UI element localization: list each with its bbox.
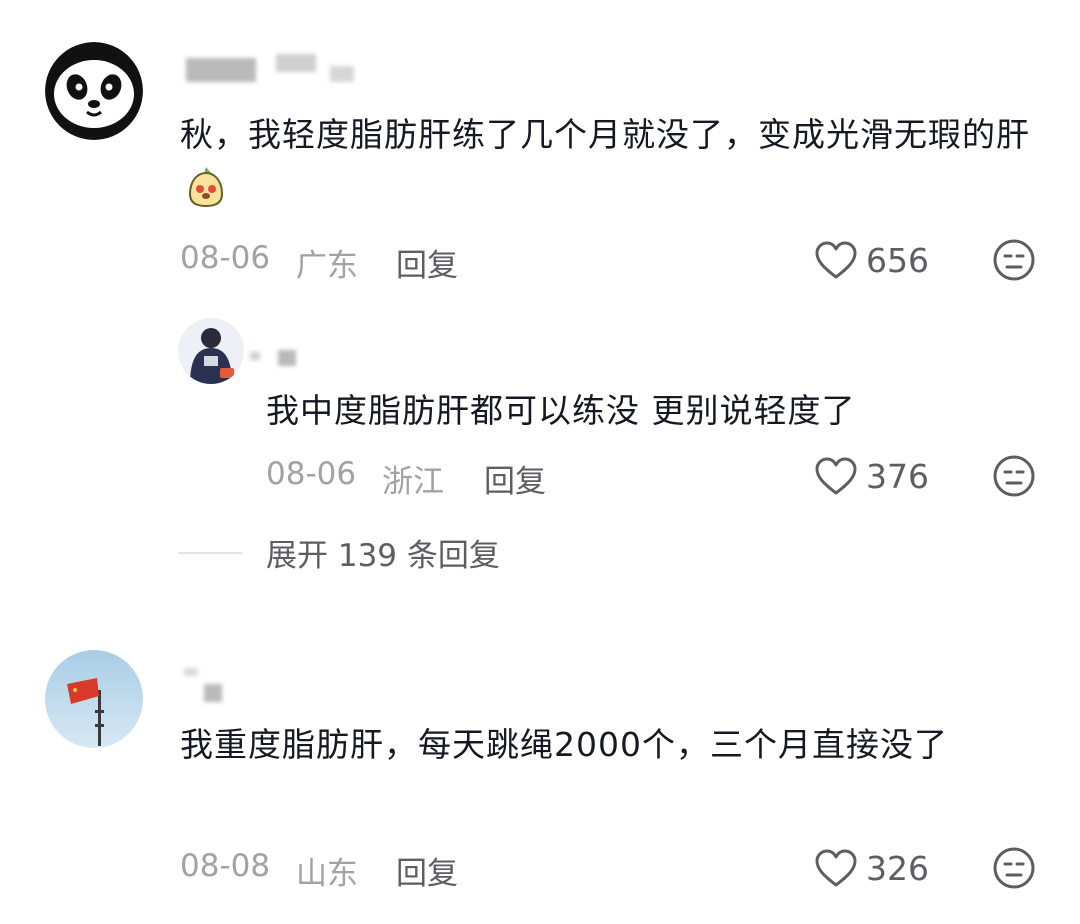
reply-text: 我中度脂肪肝都可以练没 更别说轻度了 bbox=[266, 391, 856, 430]
reply-button[interactable]: 回复 bbox=[396, 240, 458, 285]
avatar[interactable] bbox=[45, 42, 143, 140]
dislike-button[interactable] bbox=[992, 454, 1036, 502]
username[interactable] bbox=[180, 52, 380, 86]
expand-replies-button[interactable]: 展开 139 条回复 bbox=[178, 530, 500, 575]
person-hoodie-avatar-icon bbox=[178, 318, 244, 384]
divider bbox=[178, 551, 242, 554]
like-button[interactable]: 376 bbox=[814, 456, 929, 496]
panda-avatar-icon bbox=[45, 42, 143, 140]
comment-location: 广东 bbox=[296, 248, 358, 284]
comment-location: 山东 bbox=[296, 856, 358, 892]
like-button[interactable]: 326 bbox=[814, 848, 929, 888]
cute-sticker-emoji-icon bbox=[184, 164, 228, 226]
username[interactable] bbox=[248, 346, 308, 368]
reply-button[interactable]: 回复 bbox=[396, 848, 458, 893]
like-button[interactable]: 656 bbox=[814, 240, 929, 280]
avatar[interactable] bbox=[45, 650, 143, 748]
username[interactable] bbox=[180, 668, 240, 704]
neutral-face-icon bbox=[993, 847, 1035, 889]
comment-text: 我重度脂肪肝，每天跳绳2000个，三个月直接没了 bbox=[180, 725, 948, 764]
red-flag-sky-avatar-icon bbox=[45, 650, 143, 748]
neutral-face-icon bbox=[993, 455, 1035, 497]
comment-text: 秋，我轻度脂肪肝练了几个月就没了，变成光滑无瑕的肝 bbox=[180, 106, 1040, 226]
comment-date: 08-06 bbox=[180, 240, 271, 276]
like-count: 376 bbox=[866, 456, 929, 496]
neutral-face-icon bbox=[993, 239, 1035, 281]
heart-icon bbox=[815, 241, 857, 279]
avatar[interactable] bbox=[178, 318, 244, 384]
reply-button[interactable]: 回复 bbox=[484, 456, 546, 501]
like-count: 326 bbox=[866, 848, 929, 888]
reply-location: 浙江 bbox=[382, 464, 444, 500]
dislike-button[interactable] bbox=[992, 238, 1036, 286]
reply-date: 08-06 bbox=[266, 456, 357, 492]
heart-icon bbox=[815, 457, 857, 495]
dislike-button[interactable] bbox=[992, 846, 1036, 894]
heart-icon bbox=[815, 849, 857, 887]
like-count: 656 bbox=[866, 240, 929, 280]
comment-date: 08-08 bbox=[180, 848, 271, 884]
expand-replies-label: 展开 139 条回复 bbox=[266, 538, 500, 574]
